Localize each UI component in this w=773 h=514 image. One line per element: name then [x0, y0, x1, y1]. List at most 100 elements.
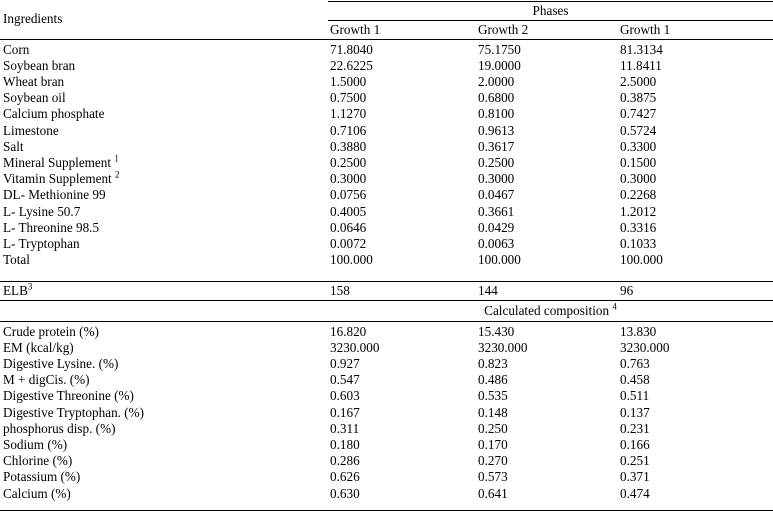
table-row: L- Lysine 50.7 0.4005 0.3661 1.2012: [0, 204, 773, 220]
cell-col-2: 0.3000: [478, 171, 515, 187]
cell-col-3: 13.830: [620, 323, 657, 339]
table-row: Limestone 0.7106 0.9613 0.5724: [0, 123, 773, 139]
cell-col-2: 0.641: [478, 485, 508, 501]
row-label-text: Soybean oil: [3, 90, 66, 106]
cell-col-2: 0.573: [478, 469, 508, 485]
cell-col-1: 0.626: [330, 469, 360, 485]
elb-top-rule: [0, 281, 773, 282]
table-row: M + digCis. (%) 0.547 0.486 0.458: [0, 372, 773, 388]
table-row: Mineral Supplement 1 0.2500 0.2500 0.1500: [0, 153, 773, 171]
cell-col-2: 19.0000: [478, 57, 521, 73]
row-label: Calcium (%): [3, 486, 71, 502]
cell-col-1: 3230.000: [330, 339, 380, 355]
cell-col-3: 0.3316: [620, 219, 657, 235]
row-label-text: Calcium (%): [3, 485, 71, 501]
cell-col-1: 0.2500: [330, 154, 367, 170]
cell-col-3: 0.371: [620, 469, 650, 485]
row-label: EM (kcal/kg): [3, 340, 74, 356]
cell-col-1: 0.0072: [330, 235, 367, 251]
row-label-text: Soybean bran: [3, 57, 76, 73]
cell-col-1: 0.7106: [330, 122, 367, 138]
composition-top-rule: [0, 321, 773, 322]
column-header-1: Growth 1: [330, 22, 381, 37]
row-label: Potassium (%): [3, 469, 80, 485]
cell-col-3: 0.1500: [620, 154, 657, 170]
row-label: Crude protein (%): [3, 324, 99, 340]
table-row-elb: ELB3 158 144 96: [0, 282, 773, 299]
cell-col-2: 0.535: [478, 388, 508, 404]
cell-col-1: 0.180: [330, 436, 360, 452]
cell-col-2: 0.823: [478, 355, 508, 371]
row-label: L- Tryptophan: [3, 236, 80, 252]
row-label-text: L- Threonine 98.5: [3, 219, 100, 235]
table-row: Vitamin Supplement 2 0.3000 0.3000 0.3000: [0, 170, 773, 187]
top-rule-right: [328, 1, 773, 2]
cell-col-1: 0.286: [330, 453, 360, 469]
row-label-text: Crude protein (%): [3, 323, 99, 339]
cell-col-2: 3230.000: [478, 339, 528, 355]
cell-col-1: 0.0756: [330, 187, 367, 203]
bottom-rule: [0, 510, 773, 511]
row-label-superscript: 1: [114, 153, 119, 164]
row-label-text: Chlorine (%): [3, 453, 73, 469]
cell-col-3: 3230.000: [620, 339, 670, 355]
row-label: phosphorus disp. (%): [3, 421, 115, 437]
cell-col-1: 0.603: [330, 388, 360, 404]
cell-col-2: 2.0000: [478, 73, 515, 89]
cell-col-1: 0.630: [330, 485, 360, 501]
cell-col-3: 2.5000: [620, 73, 657, 89]
row-label: Wheat bran: [3, 74, 64, 90]
cell-col-3: 96: [620, 283, 634, 298]
cell-col-3: 100.000: [620, 252, 663, 268]
cell-col-3: 0.3875: [620, 90, 657, 106]
cell-col-2: 0.3617: [478, 138, 515, 154]
row-label: DL- Methionine 99: [3, 187, 106, 203]
cell-col-3: 0.2268: [620, 187, 657, 203]
row-label-text: L- Tryptophan: [3, 235, 80, 251]
column-header-row: Growth 1 Growth 2 Growth 1: [0, 22, 773, 38]
cell-col-3: 81.3134: [620, 41, 663, 57]
cell-col-3: 0.1033: [620, 235, 657, 251]
table-row: Chlorine (%) 0.286 0.270 0.251: [0, 453, 773, 469]
cell-col-3: 11.8411: [620, 57, 662, 73]
table-row: Sodium (%) 0.180 0.170 0.166: [0, 437, 773, 453]
row-label-text: Total: [3, 252, 30, 268]
column-header-2: Growth 2: [478, 22, 529, 37]
row-label-text: EM (kcal/kg): [3, 339, 74, 355]
table-row: L- Tryptophan 0.0072 0.0063 0.1033: [0, 236, 773, 252]
cell-col-1: 0.927: [330, 355, 360, 371]
cell-col-1: 0.167: [330, 404, 360, 420]
cell-col-2: 0.8100: [478, 106, 515, 122]
cell-col-2: 0.3661: [478, 203, 515, 219]
table-row: Wheat bran 1.5000 2.0000 2.5000: [0, 74, 773, 90]
cell-col-3: 0.251: [620, 453, 650, 469]
cell-col-3: 0.3000: [620, 171, 657, 187]
cell-col-2: 0.148: [478, 404, 508, 420]
row-label: Calcium phosphate: [3, 106, 104, 122]
cell-col-3: 0.7427: [620, 106, 657, 122]
row-label: Digestive Threonine (%): [3, 388, 134, 404]
cell-col-1: 1.1270: [330, 106, 367, 122]
table-row: Calcium (%) 0.630 0.641 0.474: [0, 486, 773, 502]
cell-col-2: 100.000: [478, 252, 521, 268]
header-bottom-rule: [0, 39, 773, 40]
row-label: Limestone: [3, 123, 59, 139]
row-label: L- Lysine 50.7: [3, 204, 80, 220]
cell-col-2: 0.170: [478, 436, 508, 452]
row-label: Corn: [3, 42, 29, 58]
cell-col-1: 71.8040: [330, 41, 373, 57]
cell-col-1: 0.4005: [330, 203, 367, 219]
cell-col-1: 0.0646: [330, 219, 367, 235]
cell-col-2: 0.6800: [478, 90, 515, 106]
row-label-text: Salt: [3, 138, 24, 154]
row-label: Digestive Lysine. (%): [3, 356, 118, 372]
row-label: Vitamin Supplement 2: [3, 170, 120, 187]
row-label-text: phosphorus disp. (%): [3, 420, 116, 436]
elb-bottom-rule: [0, 300, 773, 301]
row-label-text: Digestive Lysine. (%): [3, 355, 119, 371]
column-header-3: Growth 1: [620, 22, 671, 37]
table-row: Total 100.000 100.000 100.000: [0, 252, 773, 268]
row-label: Total: [3, 252, 30, 268]
cell-col-2: 0.0063: [478, 235, 515, 251]
row-label: ELB3: [3, 282, 32, 299]
